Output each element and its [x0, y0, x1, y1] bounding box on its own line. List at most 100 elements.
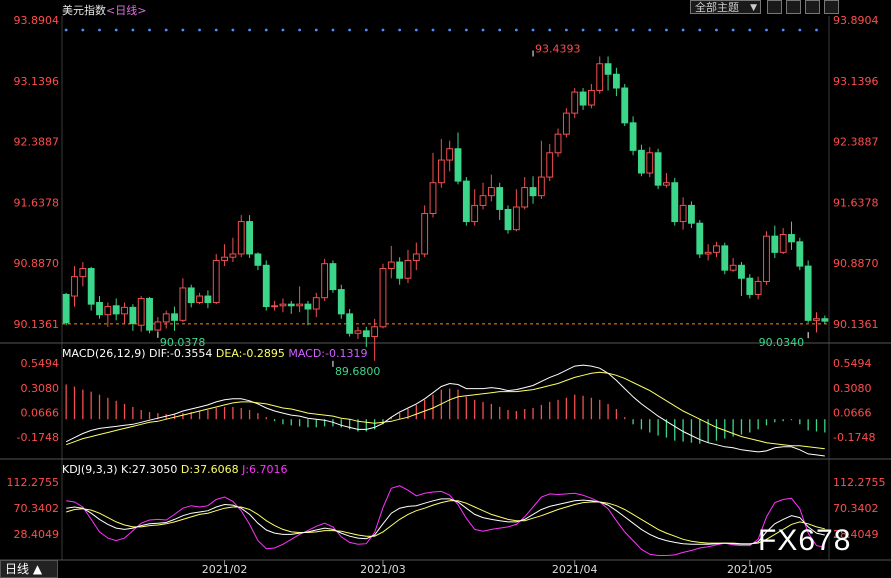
- marker-dot: [464, 28, 468, 32]
- macd-title: MACD(26,12,9): [62, 347, 146, 360]
- candle-body: [346, 313, 354, 334]
- candle-body: [529, 187, 537, 197]
- marker-dot: [81, 28, 85, 32]
- candle-body: [471, 204, 479, 223]
- marker-dot: [631, 28, 635, 32]
- candle-body: [629, 122, 637, 151]
- restore-icon[interactable]: [767, 0, 782, 14]
- marker-dot: [381, 28, 385, 32]
- theme-select[interactable]: 全部主题 ▼: [690, 0, 761, 14]
- candle-body: [121, 306, 128, 315]
- candle-body: [104, 306, 112, 316]
- marker-dot: [298, 28, 302, 32]
- marker-dot: [281, 28, 285, 32]
- candle-body: [254, 253, 262, 266]
- kdj-d-line: [66, 500, 825, 545]
- candle-body: [387, 261, 395, 270]
- kdj-k-line: [66, 498, 825, 545]
- candle-body: [196, 295, 203, 304]
- candle-body: [429, 182, 437, 214]
- candle-body: [271, 305, 279, 308]
- candle-body: [221, 256, 228, 261]
- marker-dot: [548, 28, 552, 32]
- macd-value-label: MACD:-0.1319: [288, 347, 368, 360]
- marker-dot: [431, 28, 435, 32]
- candle-body: [596, 63, 604, 91]
- x-axis-label: 2021/05: [727, 563, 773, 576]
- candle-body: [79, 268, 87, 278]
- macd-dea-label: DEA:-0.2895: [215, 347, 285, 360]
- candle-body: [771, 235, 779, 253]
- kdj-axis-label-left: 112.2755: [7, 476, 60, 489]
- candle-body: [446, 148, 454, 161]
- candle-body: [137, 297, 145, 326]
- kdj-axis-label-right: 70.3402: [833, 502, 879, 515]
- candle-body: [671, 182, 679, 223]
- marker-dot: [398, 28, 402, 32]
- marker-dot: [164, 28, 168, 32]
- candle-body: [679, 204, 687, 223]
- kdj-title: KDJ(9,3,3): [62, 463, 118, 476]
- candle-body: [638, 149, 645, 174]
- price-low-annotation: 89.6800: [335, 365, 381, 378]
- candle-body: [796, 241, 804, 267]
- kdj-j-label: J:6.7016: [242, 463, 288, 476]
- chart-canvas[interactable]: 93.8904 93.8904 93.1396 93.1396 92.3887 92.38…: [0, 0, 891, 578]
- marker-dot: [348, 28, 352, 32]
- chevron-down-icon: ▼: [750, 3, 757, 13]
- candle-body: [321, 263, 329, 299]
- marker-dot: [114, 28, 118, 32]
- candle-body: [204, 295, 212, 304]
- candle-body: [329, 263, 337, 291]
- candle-body: [496, 187, 504, 210]
- marker-dot: [331, 28, 335, 32]
- macd-axis-label-right: 0.0666: [833, 406, 872, 419]
- macd-dif-line: [65, 364, 825, 457]
- candle-body: [713, 245, 720, 253]
- candle-body: [587, 89, 595, 106]
- candle-body: [312, 297, 320, 310]
- candle-body: [554, 133, 562, 154]
- price-axis-label-right: 90.8870: [833, 257, 879, 270]
- marker-dot: [698, 28, 702, 32]
- candle-body: [154, 321, 162, 331]
- candle-body: [171, 313, 178, 321]
- candle-body: [462, 180, 470, 223]
- candle-body: [729, 264, 737, 271]
- marker-dot: [414, 28, 418, 32]
- marker-dot: [715, 28, 718, 32]
- candle-body: [71, 276, 78, 297]
- price-high-annotation: 93.4393: [535, 43, 581, 56]
- marker-dot: [581, 28, 585, 32]
- chart-type-icon[interactable]: [786, 0, 801, 14]
- marker-dot: [131, 28, 135, 32]
- macd-header: MACD(26,12,9) DIF:-0.3554 DEA:-0.2895 MA…: [62, 347, 367, 360]
- marker-dot: [214, 28, 218, 32]
- candle-body: [287, 303, 295, 307]
- candle-body: [779, 234, 787, 253]
- candle-body: [404, 259, 412, 279]
- maximize-icon[interactable]: [824, 0, 839, 14]
- candle-body: [621, 87, 629, 124]
- marker-dot: [564, 28, 568, 32]
- macd-axis-label-right: 0.5494: [833, 357, 872, 370]
- candle-body: [179, 287, 187, 321]
- marker-dot: [731, 28, 735, 32]
- candle-body: [129, 306, 137, 325]
- price-axis-label-left: 90.1361: [14, 318, 60, 331]
- timeframe-button[interactable]: 日线 ▲: [0, 560, 58, 578]
- price-axis-label-right: 90.1361: [833, 318, 879, 331]
- close-icon[interactable]: [805, 0, 820, 14]
- x-axis-label: 2021/02: [202, 563, 248, 576]
- candle-body: [212, 259, 220, 304]
- candle-body: [304, 303, 312, 310]
- kdj-k-label: K:27.3050: [121, 463, 178, 476]
- marker-dot: [314, 28, 318, 32]
- marker-dot: [615, 28, 618, 32]
- candle-body: [262, 264, 270, 308]
- candle-body: [813, 318, 820, 321]
- marker-dot: [765, 28, 768, 32]
- candle-body: [296, 303, 304, 307]
- candle-body: [362, 330, 370, 338]
- macd-axis-label-right: 0.3080: [833, 382, 872, 395]
